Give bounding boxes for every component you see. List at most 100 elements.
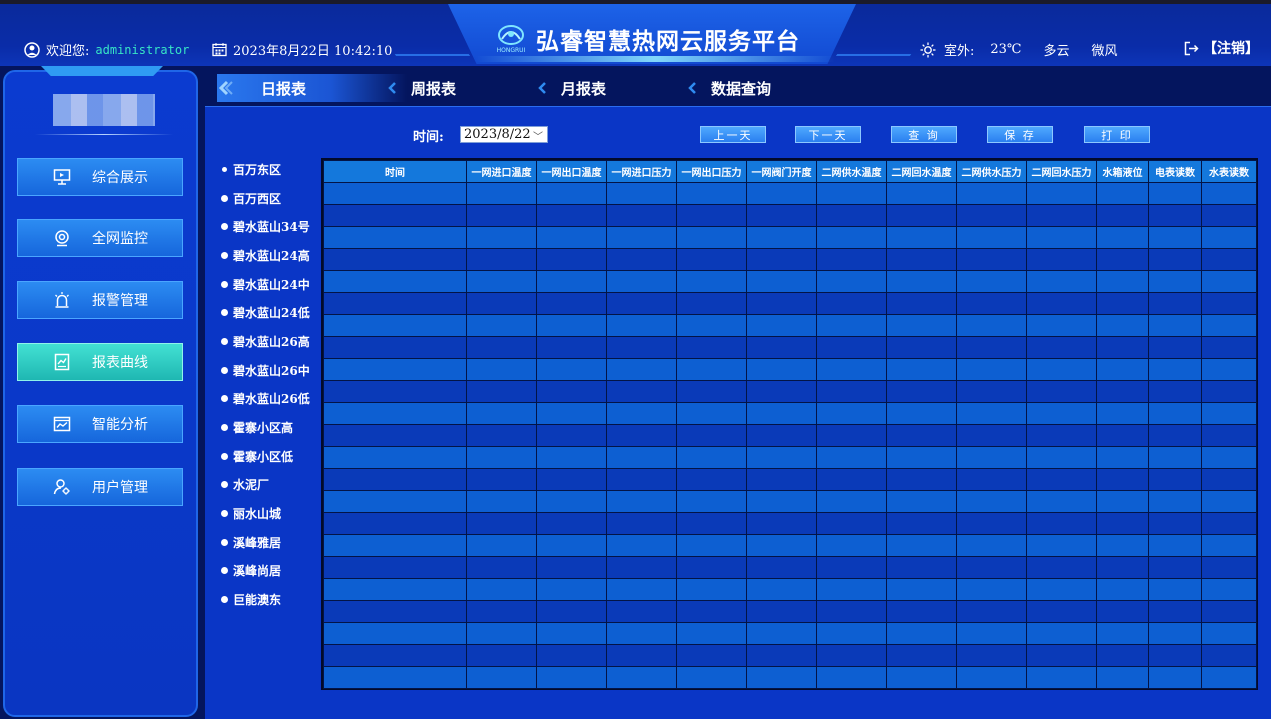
table-cell: [816, 182, 887, 205]
table-cell: [886, 358, 957, 381]
table-cell: [1096, 314, 1149, 337]
column-header: 一网阀门开度: [746, 160, 817, 183]
table-cell: [886, 424, 957, 447]
station-item[interactable]: 百万西区: [221, 184, 321, 213]
sidebar-item-overview[interactable]: 综合展示: [17, 158, 183, 196]
tab-monthly-report[interactable]: 月报表: [535, 74, 606, 102]
station-item[interactable]: 巨能澳东: [221, 585, 321, 614]
table-cell: [676, 666, 747, 689]
tab-data-query[interactable]: 数据查询: [685, 74, 771, 102]
sidebar-item-user-management[interactable]: 用户管理: [17, 468, 183, 506]
radio-dot-icon: [221, 251, 228, 259]
table-cell: [886, 204, 957, 227]
table-cell: [886, 270, 957, 293]
table-cell: [466, 534, 537, 557]
radio-dot-icon: [221, 424, 228, 432]
alarm-light-icon: [55, 292, 69, 308]
station-item[interactable]: 碧水蓝山24高: [221, 241, 321, 270]
table-cell: [1026, 622, 1097, 645]
table-cell: [886, 600, 957, 623]
sidebar-item-label: 综合展示: [92, 170, 148, 186]
table-cell: [1026, 292, 1097, 315]
table-cell: [1201, 424, 1257, 447]
table-cell: [956, 424, 1027, 447]
weather-temp: 23℃: [990, 42, 1022, 57]
chevron-left-icon: [538, 82, 546, 94]
table-cell: [816, 446, 887, 469]
table-cell: [1201, 380, 1257, 403]
station-item[interactable]: 丽水山城: [221, 499, 321, 528]
station-item[interactable]: 霍寨小区高: [221, 413, 321, 442]
station-item[interactable]: 溪峰雅居: [221, 528, 321, 557]
save-button[interactable]: 保 存: [987, 126, 1053, 143]
date-picker[interactable]: 2023/8/22 ﹀: [460, 126, 548, 143]
sidebar-item-smart-analysis[interactable]: 智能分析: [17, 405, 183, 443]
table-cell: [746, 556, 817, 579]
station-item[interactable]: 溪峰尚居: [221, 557, 321, 586]
table-cell: [1026, 644, 1097, 667]
table-cell: [886, 644, 957, 667]
station-item[interactable]: 碧水蓝山24低: [221, 298, 321, 327]
table-cell: [1148, 666, 1202, 689]
chevron-left-icon: [688, 82, 696, 94]
page-title: 弘睿智慧热网云服务平台: [536, 28, 800, 55]
table-cell: [1026, 270, 1097, 293]
station-item[interactable]: 霍寨小区低: [221, 442, 321, 471]
radio-dot-icon: [222, 166, 227, 172]
station-item[interactable]: 水泥厂: [221, 471, 321, 500]
sidebar-item-report-curve[interactable]: 报表曲线: [17, 343, 183, 381]
table-cell: [746, 644, 817, 667]
table-cell: [1096, 512, 1149, 535]
station-item[interactable]: 百万东区: [221, 155, 321, 184]
table-cell: [536, 314, 607, 337]
table-cell: [536, 380, 607, 403]
table-cell: [676, 336, 747, 359]
table-cell: [816, 248, 887, 271]
station-item[interactable]: 碧水蓝山24中: [221, 270, 321, 299]
station-item[interactable]: 碧水蓝山26中: [221, 356, 321, 385]
table-cell: [816, 358, 887, 381]
chevron-left-icon: [218, 80, 233, 96]
table-cell: [1026, 446, 1097, 469]
table-cell: [816, 270, 887, 293]
table-cell: [816, 424, 887, 447]
table-cell: [1026, 182, 1097, 205]
table-cell: [466, 204, 537, 227]
table-cell: [816, 380, 887, 403]
prev-day-button[interactable]: 上一天: [700, 126, 766, 143]
table-cell: [1026, 402, 1097, 425]
next-day-button[interactable]: 下一天: [795, 126, 861, 143]
table-row: [323, 424, 1257, 447]
sidebar-item-network-monitor[interactable]: 全网监控: [17, 219, 183, 257]
table-cell: [466, 490, 537, 513]
time-label: 时间:: [413, 130, 444, 145]
station-item[interactable]: 碧水蓝山26低: [221, 385, 321, 414]
station-label: 碧水蓝山24低: [233, 306, 310, 321]
table-cell: [536, 556, 607, 579]
table-cell: [1096, 600, 1149, 623]
table-cell: [676, 204, 747, 227]
query-button[interactable]: 查 询: [891, 126, 957, 143]
tab-weekly-report[interactable]: 周报表: [385, 74, 456, 102]
radio-dot-icon: [221, 337, 228, 345]
table-cell: [536, 622, 607, 645]
table-row: [323, 446, 1257, 469]
table-cell: [1148, 402, 1202, 425]
station-label: 碧水蓝山24高: [233, 248, 310, 263]
table-cell: [746, 314, 817, 337]
tab-daily-report[interactable]: 日报表: [217, 74, 407, 102]
table-row: [323, 182, 1257, 205]
table-row: [323, 622, 1257, 645]
table-cell: [886, 534, 957, 557]
station-item[interactable]: 碧水蓝山34号: [221, 212, 321, 241]
table-cell: [886, 182, 957, 205]
logout-button[interactable]: 【注销】: [1184, 38, 1259, 58]
print-button[interactable]: 打 印: [1084, 126, 1150, 143]
station-item[interactable]: 碧水蓝山26高: [221, 327, 321, 356]
table-cell: [746, 446, 817, 469]
datetime-area: 2023年8月22日 10:42:10: [212, 40, 392, 59]
table-cell: [956, 534, 1027, 557]
table-cell: [676, 424, 747, 447]
sidebar-item-alarm-management[interactable]: 报警管理: [17, 281, 183, 319]
station-label: 水泥厂: [233, 478, 270, 493]
